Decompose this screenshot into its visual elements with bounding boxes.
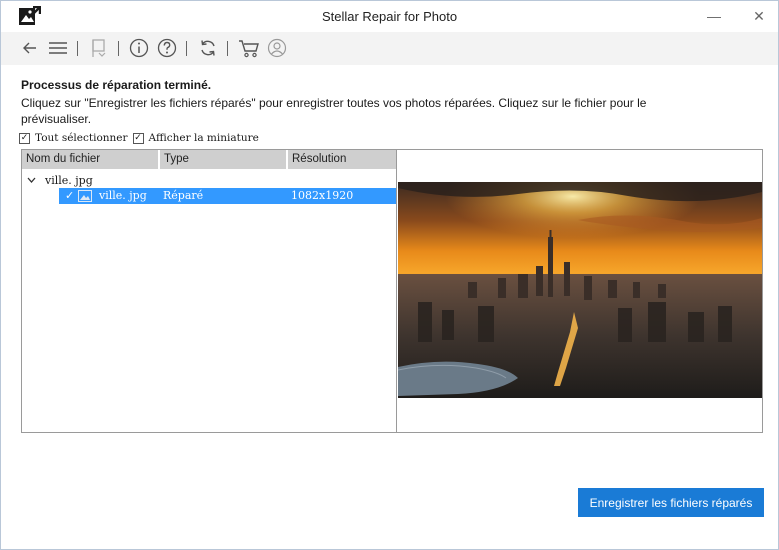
menu-icon[interactable] xyxy=(46,36,70,60)
bookmark-icon[interactable] xyxy=(87,36,111,60)
window-title: Stellar Repair for Photo xyxy=(321,9,458,24)
row-file-resolution: 1082x1920 xyxy=(291,189,354,202)
toolbar-divider xyxy=(77,41,78,56)
user-icon[interactable] xyxy=(265,36,289,60)
column-header-type[interactable]: Type xyxy=(160,150,288,169)
table-row[interactable]: ✓ ville. jpg Réparé 1082x1920 xyxy=(59,188,396,204)
app-window: Stellar Repair for Photo — ✕ Processus d… xyxy=(0,0,779,550)
help-icon[interactable] xyxy=(155,36,179,60)
title-bar: Stellar Repair for Photo — ✕ xyxy=(1,1,778,32)
row-file-name: ville. jpg xyxy=(99,189,147,202)
row-file-type: Réparé xyxy=(163,189,204,202)
status-title: Processus de réparation terminé. xyxy=(21,78,212,92)
show-thumbnail-checkbox[interactable]: ✓ xyxy=(132,132,144,144)
file-list-pane: Nom du fichier Type Résolution ville. jp… xyxy=(22,150,397,432)
toolbar xyxy=(1,32,778,65)
toolbar-divider xyxy=(118,41,119,56)
status-description: Cliquez sur "Enregistrer les fichiers ré… xyxy=(21,96,647,126)
results-panel: Nom du fichier Type Résolution ville. jp… xyxy=(21,149,763,433)
folder-name: ville. jpg xyxy=(45,173,93,187)
preview-image xyxy=(398,182,762,398)
info-icon[interactable] xyxy=(127,36,151,60)
toolbar-divider xyxy=(227,41,228,56)
image-file-icon xyxy=(78,190,92,205)
close-button[interactable]: ✕ xyxy=(746,5,772,27)
column-header-name[interactable]: Nom du fichier xyxy=(22,150,160,169)
column-header-resolution[interactable]: Résolution xyxy=(288,150,396,169)
options-row: ✓ Tout sélectionner ✓ Afficher la miniat… xyxy=(19,132,264,144)
minimize-button[interactable]: — xyxy=(701,5,727,27)
toolbar-divider xyxy=(186,41,187,56)
chevron-down-icon[interactable] xyxy=(27,177,37,183)
back-arrow-icon[interactable] xyxy=(18,36,42,60)
refresh-icon[interactable] xyxy=(196,36,220,60)
preview-pane xyxy=(398,150,762,432)
select-all-label[interactable]: Tout sélectionner xyxy=(35,132,128,144)
select-all-checkbox[interactable]: ✓ xyxy=(19,132,30,144)
row-check-mark[interactable]: ✓ xyxy=(65,189,74,202)
show-thumbnail-label[interactable]: Afficher la miniature xyxy=(149,132,259,144)
cart-icon[interactable] xyxy=(237,36,261,60)
save-repaired-files-button[interactable]: Enregistrer les fichiers réparés xyxy=(578,488,764,517)
folder-node[interactable]: ville. jpg xyxy=(22,172,397,188)
